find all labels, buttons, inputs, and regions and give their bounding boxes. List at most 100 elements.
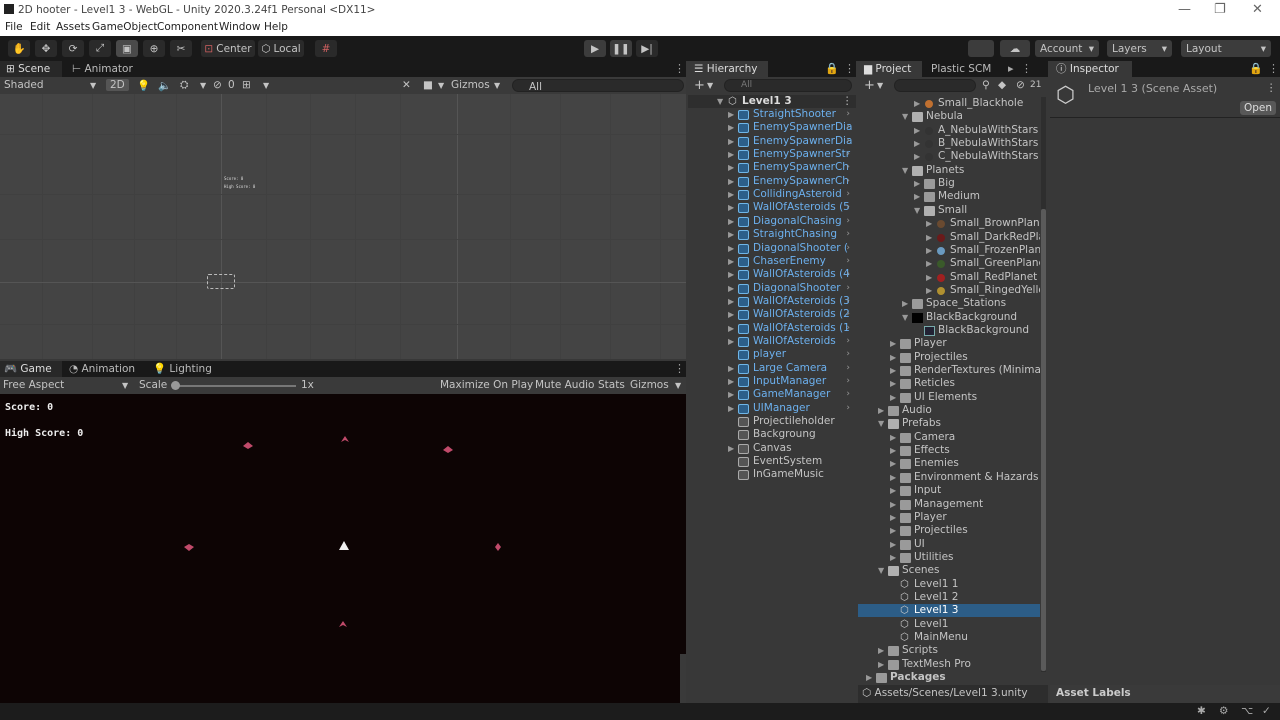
expand-arrow-icon[interactable]: ▶ xyxy=(926,284,932,297)
scale-tool-icon[interactable]: ⤢ xyxy=(89,40,111,57)
tab-game[interactable]: 🎮 Game xyxy=(0,361,62,377)
tab-animator[interactable]: ⊢ Animator xyxy=(66,61,136,77)
project-item[interactable]: ⬡ MainMenu xyxy=(858,631,1040,644)
project-item[interactable]: ▶ Projectiles xyxy=(858,351,1040,364)
expand-arrow-icon[interactable]: ▶ xyxy=(728,402,734,415)
chevron-right-icon[interactable]: › xyxy=(846,108,850,121)
expand-arrow-icon[interactable]: ▶ xyxy=(728,175,734,188)
hierarchy-item[interactable]: ▶ WallOfAsteroids (4 › xyxy=(688,268,856,281)
project-search-input[interactable] xyxy=(894,79,976,92)
lighting-toggle-icon[interactable]: 💡 xyxy=(137,79,150,92)
project-item[interactable]: ▶ Big xyxy=(858,177,1040,190)
expand-arrow-icon[interactable]: ▼ xyxy=(717,95,723,108)
project-item[interactable]: ▶ RenderTextures (Minimaps xyxy=(858,364,1040,377)
expand-arrow-icon[interactable]: ▶ xyxy=(902,297,908,310)
chevron-right-icon[interactable]: › xyxy=(846,322,850,335)
hierarchy-search-input[interactable]: All xyxy=(724,79,852,92)
tab-hierarchy[interactable]: ☰ Hierarchy xyxy=(688,61,768,77)
hand-tool-icon[interactable]: ✋ xyxy=(8,40,30,57)
project-item[interactable]: ▶ Small_FrozenPlanet xyxy=(858,244,1040,257)
hierarchy-item[interactable]: ▶ WallOfAsteroids › xyxy=(688,335,856,348)
camera-icon[interactable]: ■ xyxy=(423,79,433,91)
project-item[interactable]: ▶ Medium xyxy=(858,190,1040,203)
hierarchy-item[interactable]: player › xyxy=(688,348,856,361)
expand-arrow-icon[interactable]: ▶ xyxy=(890,337,896,350)
hierarchy-item[interactable]: ▶ Canvas xyxy=(688,442,856,455)
expand-arrow-icon[interactable]: ▶ xyxy=(728,308,734,321)
expand-arrow-icon[interactable]: ▶ xyxy=(728,442,734,455)
filter-label-icon[interactable]: ◆ xyxy=(998,79,1006,91)
hierarchy-item[interactable]: EventSystem xyxy=(688,455,856,468)
chevron-right-icon[interactable]: › xyxy=(846,161,850,174)
scene-search-input[interactable]: All xyxy=(512,79,684,93)
project-item[interactable]: ▶ B_NebulaWithStars xyxy=(858,137,1040,150)
kebab-menu-icon[interactable]: ⋮ xyxy=(674,362,685,375)
tab-plastic-scm[interactable]: Plastic SCM xyxy=(930,61,1010,77)
project-item[interactable]: ▶ Small_RingedYellow xyxy=(858,284,1040,297)
hierarchy-item[interactable]: ▶ StraightChasing › xyxy=(688,228,856,241)
hierarchy-item[interactable]: ▶ DiagonalShooter (› xyxy=(688,242,856,255)
kebab-menu-icon[interactable]: ⋮ xyxy=(844,62,855,75)
chevron-right-icon[interactable]: › xyxy=(846,175,850,188)
account-dropdown[interactable]: Account ▾ xyxy=(1035,40,1099,57)
expand-arrow-icon[interactable]: ▼ xyxy=(902,110,908,123)
chevron-right-icon[interactable]: › xyxy=(846,282,850,295)
expand-arrow-icon[interactable]: ▶ xyxy=(914,150,920,163)
hierarchy-item[interactable]: ▶ EnemySpawnerStr › xyxy=(688,148,856,161)
project-item[interactable]: ▶ Input xyxy=(858,484,1040,497)
pause-button[interactable]: ❚❚ xyxy=(610,40,632,57)
project-item[interactable]: ⬡ Level1 xyxy=(858,618,1040,631)
project-item[interactable]: ▼ Scenes xyxy=(858,564,1040,577)
tab-inspector[interactable]: ⓘ Inspector xyxy=(1050,61,1132,77)
expand-arrow-icon[interactable]: ▶ xyxy=(890,377,896,390)
project-item[interactable]: ▶ Utilities xyxy=(858,551,1040,564)
hierarchy-item[interactable]: ▶ Large Camera › xyxy=(688,362,856,375)
hierarchy-scene-row[interactable]: ▼ ⬡ Level1 3 ⋮ xyxy=(688,95,856,108)
expand-arrow-icon[interactable]: ▶ xyxy=(878,658,884,671)
expand-arrow-icon[interactable]: ▶ xyxy=(926,231,932,244)
menu-edit[interactable]: Edit xyxy=(30,21,50,33)
expand-arrow-icon[interactable]: ▶ xyxy=(890,364,896,377)
expand-arrow-icon[interactable]: ▶ xyxy=(728,255,734,268)
expand-arrow-icon[interactable]: ▶ xyxy=(878,644,884,657)
chevron-right-icon[interactable]: › xyxy=(846,375,850,388)
hierarchy-item[interactable]: InGameMusic xyxy=(688,468,856,481)
expand-arrow-icon[interactable]: ▶ xyxy=(890,457,896,470)
menu-assets[interactable]: Assets xyxy=(56,21,90,33)
expand-arrow-icon[interactable]: ▶ xyxy=(728,148,734,161)
open-button[interactable]: Open xyxy=(1240,101,1276,115)
project-item[interactable]: ▶ Player xyxy=(858,337,1040,350)
project-item[interactable]: ▶ Enemies xyxy=(858,457,1040,470)
project-item[interactable]: ▶ UI Elements xyxy=(858,391,1040,404)
expand-arrow-icon[interactable]: ▶ xyxy=(728,282,734,295)
cloud-icon[interactable]: ☁ xyxy=(1000,40,1030,57)
chevron-right-icon[interactable]: › xyxy=(846,402,850,415)
scene-view[interactable]: Score: 0 High Score: 0 xyxy=(0,94,686,359)
minimize-icon[interactable]: — xyxy=(1178,2,1191,17)
step-button[interactable]: ▶| xyxy=(636,40,658,57)
menu-help[interactable]: Help xyxy=(264,21,288,33)
expand-arrow-icon[interactable]: ▶ xyxy=(890,484,896,497)
close-icon[interactable]: ✕ xyxy=(1252,2,1263,17)
hidden-objects-icon[interactable]: ⊘ xyxy=(213,79,222,91)
hierarchy-item[interactable]: ▶ EnemySpawnerDia › xyxy=(688,135,856,148)
project-item[interactable]: ▶ Space_Stations xyxy=(858,297,1040,310)
debug-mode-icon[interactable]: ⌥ xyxy=(1241,705,1253,717)
expand-arrow-icon[interactable]: ▶ xyxy=(728,375,734,388)
effects-toggle-icon[interactable]: ⛭ xyxy=(180,79,188,92)
scrollbar-thumb[interactable] xyxy=(1041,209,1046,671)
pivot-center-button[interactable]: ⊡ Center xyxy=(201,40,255,57)
hidden-packages-icon[interactable]: ⊘ xyxy=(1016,79,1025,91)
expand-arrow-icon[interactable]: ▶ xyxy=(926,271,932,284)
expand-arrow-icon[interactable]: ▶ xyxy=(728,121,734,134)
menu-component[interactable]: Component xyxy=(157,21,218,33)
collab-icon[interactable] xyxy=(968,40,994,57)
hierarchy-item[interactable]: ▶ DiagonalShooter › xyxy=(688,282,856,295)
menu-gameobject[interactable]: GameObject xyxy=(92,21,157,33)
expand-arrow-icon[interactable]: ▶ xyxy=(890,524,896,537)
project-item[interactable]: ▶ Audio xyxy=(858,404,1040,417)
hierarchy-item[interactable]: ▶ StraightShooter › xyxy=(688,108,856,121)
add-icon[interactable]: + xyxy=(864,78,875,93)
move-tool-icon[interactable]: ✥ xyxy=(35,40,57,57)
expand-arrow-icon[interactable]: ▶ xyxy=(890,538,896,551)
